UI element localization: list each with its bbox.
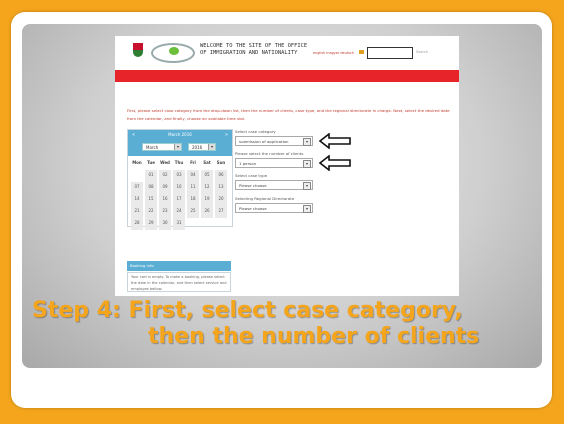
weekday-label: Fri [190,160,196,165]
case-type-select[interactable]: Please choose ▾ [235,180,313,190]
step-caption-line1: Step 4: First, select case category, [32,298,463,323]
clients-label: Please select the number of clients [235,151,304,156]
calendar-day[interactable]: 04 [187,170,199,182]
calendar-day[interactable]: 20 [215,194,227,206]
instructions-text: First, please select case category from … [127,108,450,121]
calendar-day[interactable]: 01 [145,170,157,182]
calendar-day[interactable]: 03 [173,170,185,182]
weekday-label: Mon [132,160,142,165]
calendar-day [131,170,143,182]
calendar-day[interactable]: 07 [131,182,143,194]
calendar-day[interactable]: 11 [187,182,199,194]
calendar-day[interactable]: 17 [173,194,185,206]
weekday-label: Tue [147,160,155,165]
calendar-day[interactable]: 28 [131,218,143,230]
calendar-day[interactable]: 21 [131,206,143,218]
calendar-week-row: 14 15 16 17 18 19 20 [131,194,229,206]
calendar-day[interactable]: 24 [173,206,185,218]
clients-select[interactable]: 1 person ▾ [235,158,313,168]
weekday-label: Sun [216,160,226,165]
search-input[interactable] [367,47,413,59]
calendar-day[interactable]: 23 [159,206,171,218]
calendar-day[interactable]: 10 [173,182,185,194]
case-type-label: Select case type [235,173,268,178]
red-nav-bar [115,70,459,82]
calendar-day[interactable]: 26 [201,206,213,218]
next-month-icon[interactable]: » [225,132,228,138]
calendar-header: « March 2016 » March ▾ 2016 ▾ [128,130,232,156]
calendar-day[interactable]: 30 [159,218,171,230]
prev-month-icon[interactable]: « [132,132,135,138]
case-category-label: Select case category [235,129,276,134]
step-caption-line2: then the number of clients [148,324,480,349]
directorate-label: Selecting Regional Directorate [235,196,295,201]
site-title-line1: WELCOME TO THE SITE OF THE OFFICE [200,43,308,49]
pointer-arrow-icon [319,133,351,149]
weekday-label: Wed [160,160,170,165]
calendar-day[interactable]: 06 [215,170,227,182]
calendar-day[interactable]: 29 [145,218,157,230]
calendar-day [215,218,227,230]
weekday-label: Thu [174,160,184,165]
clients-value: 1 person [239,161,257,166]
pointer-arrow-icon [319,155,351,171]
directorate-select[interactable]: Please choose ▾ [235,203,313,213]
calendar-week-row: 01 02 03 04 05 06 [131,170,229,182]
calendar-day[interactable]: 27 [215,206,227,218]
calendar-day[interactable]: 14 [131,194,143,206]
chevron-down-icon: ▾ [208,144,215,150]
calendar-day[interactable]: 09 [159,182,171,194]
calendar-title: March 2016 [168,132,192,137]
case-category-value: submission of application [239,139,289,144]
booking-info-header: Booking info [127,261,231,271]
calendar-week-row: 28 29 30 31 [131,218,229,230]
calendar-day[interactable]: 16 [159,194,171,206]
month-select[interactable]: March ▾ [142,143,182,151]
calendar-day[interactable]: 18 [187,194,199,206]
chevron-down-icon: ▾ [303,182,311,190]
calendar-grid: Mon Tue Wed Thu Fri Sat Sun 01 02 03 04 05 06 07 08 09 1… [131,158,229,230]
chevron-down-icon: ▾ [303,205,311,213]
weekday-row: Mon Tue Wed Thu Fri Sat Sun [131,158,229,170]
calendar-week-row: 07 08 09 10 11 12 13 [131,182,229,194]
calendar-day[interactable]: 12 [201,182,213,194]
search-button[interactable]: Search [416,50,428,54]
chevron-down-icon: ▾ [303,138,311,146]
chevron-down-icon: ▾ [303,160,311,168]
calendar-day [187,218,199,230]
directorate-value: Please choose [239,206,267,211]
case-type-value: Please choose [239,183,267,188]
booking-info-text: Your cart is empty. To make a booking, p… [127,272,231,292]
calendar-day[interactable]: 13 [215,182,227,194]
hungarian-crest-icon [133,43,143,57]
language-links[interactable]: english magyar deutsch [313,51,354,55]
calendar-day[interactable]: 25 [187,206,199,218]
case-category-select[interactable]: submission of application ▾ [235,136,313,146]
year-select-value: 2016 [192,145,203,150]
slide-panel: WELCOME TO THE SITE OF THE OFFICE OF IMM… [22,24,542,368]
chevron-down-icon: ▾ [174,144,181,150]
calendar-week-row: 21 22 23 24 25 26 27 [131,206,229,218]
logo-globe-icon [169,47,179,55]
month-select-value: March [146,145,159,150]
calendar-day[interactable]: 15 [145,194,157,206]
calendar-day [201,218,213,230]
calendar-day[interactable]: 31 [173,218,185,230]
calendar-day[interactable]: 22 [145,206,157,218]
weekday-label: Sat [203,160,211,165]
calendar-day[interactable]: 02 [159,170,171,182]
year-select[interactable]: 2016 ▾ [188,143,216,151]
calendar-day[interactable]: 08 [145,182,157,194]
calendar-day[interactable]: 05 [201,170,213,182]
calendar-day[interactable]: 19 [201,194,213,206]
calendar: « March 2016 » March ▾ 2016 ▾ Mon Tue Wed T… [127,129,233,230]
screenshot: WELCOME TO THE SITE OF THE OFFICE OF IMM… [115,36,459,296]
flag-icon[interactable] [359,50,364,54]
